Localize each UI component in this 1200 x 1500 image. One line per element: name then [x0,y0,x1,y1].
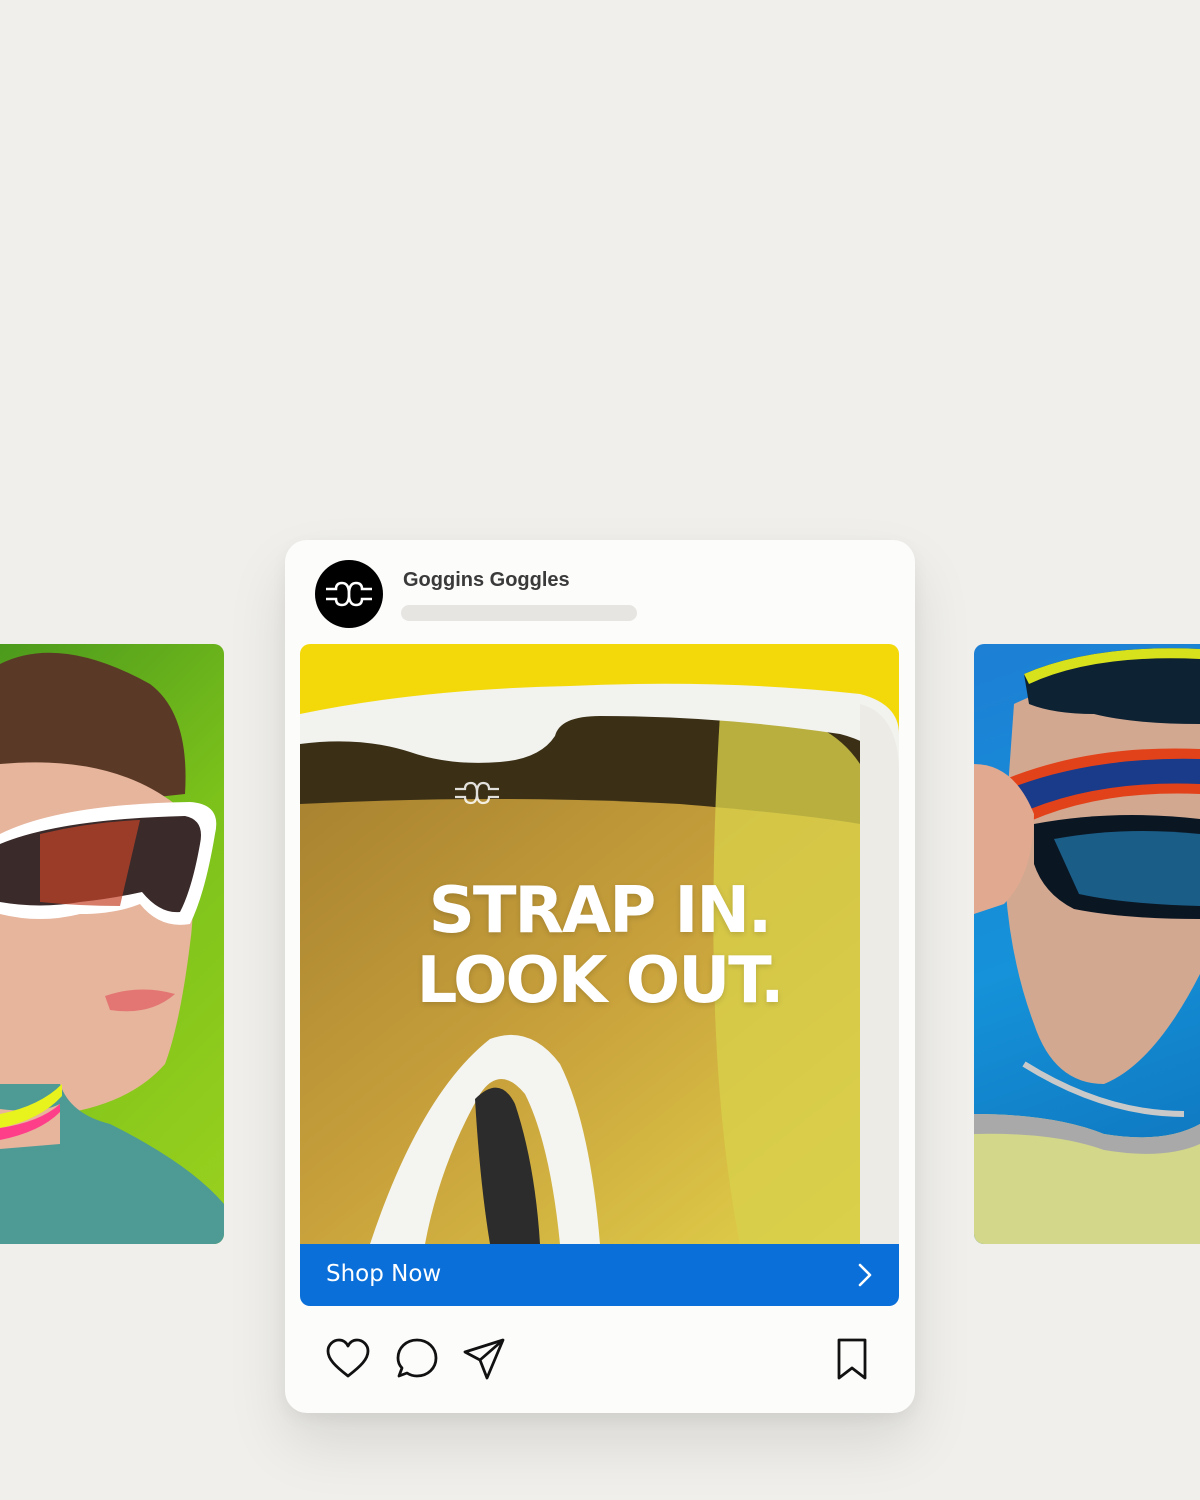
shop-now-button[interactable]: Shop Now [300,1244,899,1306]
shop-now-label: Shop Now [326,1261,442,1287]
goggles-logo-icon [326,581,372,607]
right-photo-card [974,644,1200,1244]
paper-plane-icon[interactable] [461,1336,507,1382]
account-name[interactable]: Goggins Goggles [403,569,570,592]
headline-line-1: STRAP IN. [428,874,772,948]
left-photo-card [0,644,224,1244]
social-post-card: Goggins Goggles STRAP IN. LOOK OUT. Shop… [285,540,915,1413]
headline-line-2: LOOK OUT. [416,944,785,1018]
heart-icon[interactable] [325,1336,371,1382]
left-photo-illustration [0,652,224,1244]
chevron-right-icon [858,1263,872,1287]
bookmark-icon[interactable] [829,1336,875,1382]
account-avatar[interactable] [315,560,383,628]
post-meta-placeholder [401,605,637,621]
right-photo-illustration [974,648,1200,1244]
post-image[interactable]: STRAP IN. LOOK OUT. [300,644,899,1244]
comment-bubble-icon[interactable] [394,1336,440,1382]
